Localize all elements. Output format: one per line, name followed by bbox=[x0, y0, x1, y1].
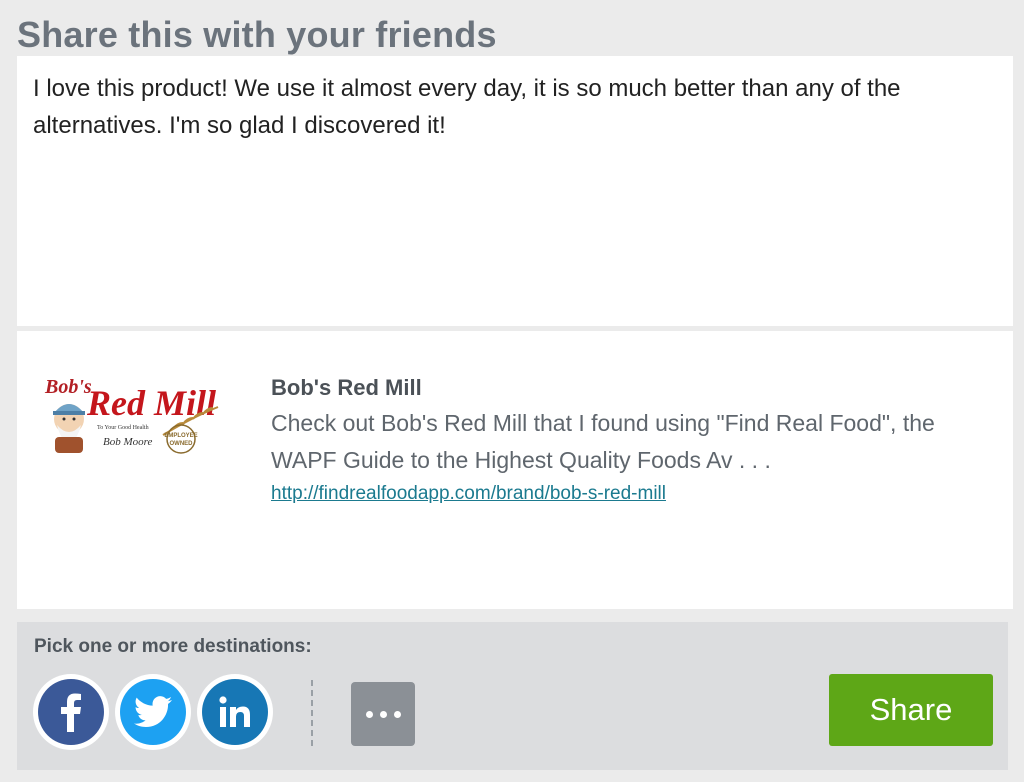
facebook-button[interactable] bbox=[33, 674, 109, 750]
bobs-red-mill-logo: Bob's Red Mill To Your Good Health Bob M… bbox=[44, 376, 219, 454]
twitter-button[interactable] bbox=[115, 674, 191, 750]
linkedin-icon bbox=[219, 696, 250, 727]
svg-text:Bob Moore: Bob Moore bbox=[103, 436, 153, 448]
more-destinations-button[interactable] bbox=[351, 682, 415, 746]
preview-link[interactable]: http://findrealfoodapp.com/brand/bob-s-r… bbox=[271, 481, 666, 507]
facebook-icon bbox=[61, 693, 81, 732]
linkedin-button[interactable] bbox=[197, 674, 273, 750]
destinations-label: Pick one or more destinations: bbox=[34, 636, 312, 657]
destinations-panel: Pick one or more destinations: Share bbox=[17, 622, 1008, 770]
preview-description: Check out Bob's Red Mill that I found us… bbox=[271, 410, 935, 473]
share-button[interactable]: Share bbox=[829, 674, 993, 746]
page-title: Share this with your friends bbox=[17, 14, 497, 55]
message-text[interactable]: I love this product! We use it almost ev… bbox=[33, 70, 997, 144]
divider bbox=[311, 680, 313, 746]
link-preview-card: Bob's Red Mill To Your Good Health Bob M… bbox=[17, 331, 1013, 609]
svg-text:Bob's: Bob's bbox=[44, 376, 92, 398]
svg-text:EMPLOYEE: EMPLOYEE bbox=[164, 433, 197, 439]
preview-title: Bob's Red Mill bbox=[271, 375, 422, 400]
svg-text:OWNED: OWNED bbox=[170, 441, 194, 447]
twitter-icon bbox=[134, 696, 172, 728]
more-dots-icon bbox=[365, 710, 401, 718]
svg-text:To Your Good Health: To Your Good Health bbox=[97, 425, 149, 431]
message-textarea[interactable]: I love this product! We use it almost ev… bbox=[17, 56, 1013, 326]
